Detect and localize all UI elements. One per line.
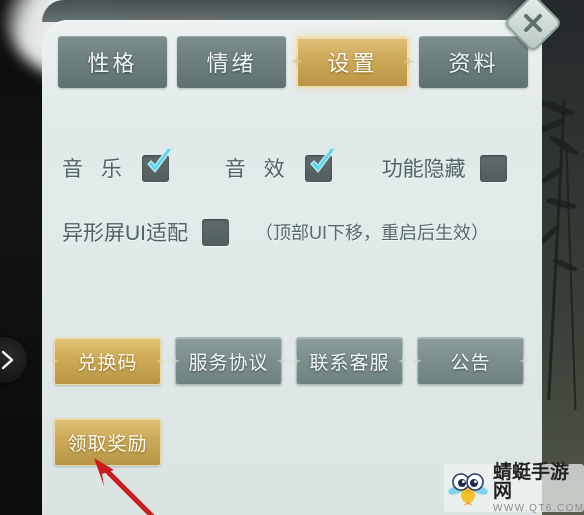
notch-ui-option-row: 异形屏UI适配 （顶部UI下移，重启后生效） — [62, 212, 532, 252]
button-label: 公告 — [450, 352, 491, 374]
option-music-label: 音 乐 — [62, 158, 128, 181]
tab-label: 资料 — [448, 51, 499, 76]
tab-ornament-icon — [403, 56, 414, 67]
bamboo-leaf — [548, 133, 580, 158]
button-ornament-icon — [291, 356, 301, 366]
tab-bar: 性格 情绪 设置 资料 — [58, 36, 528, 88]
contact-support-button[interactable]: 联系客服 — [291, 337, 408, 385]
button-ornament-icon — [519, 356, 529, 366]
bamboo-stalk — [565, 150, 577, 410]
option-notch-ui: 异形屏UI适配 — [62, 217, 229, 247]
tab-label: 性格 — [87, 51, 138, 76]
option-hide-features: 功能隐藏 — [382, 153, 507, 183]
checkbox-checked-icon — [139, 143, 179, 183]
option-notch-ui-note: （顶部UI下移，重启后生效） — [255, 223, 489, 243]
button-label: 服务协议 — [188, 352, 269, 374]
close-icon — [508, 0, 558, 48]
button-label: 联系客服 — [309, 352, 390, 374]
redeem-code-button[interactable]: 兑换码 — [49, 337, 166, 385]
game-screen: 性格 情绪 设置 资料 音 乐 音 效 功能隐藏 异形屏UI适配 （顶部UI下移… — [0, 0, 584, 515]
close-button[interactable] — [503, 0, 563, 53]
button-ornament-icon — [170, 356, 180, 366]
tab-personality[interactable]: 性格 — [58, 36, 167, 88]
watermark-text: 蜻蜓手游网 WWW.QT6.COM — [493, 463, 584, 514]
watermark-site-name: 蜻蜓手游网 — [493, 461, 570, 502]
button-ornament-icon — [156, 356, 166, 366]
bamboo-leaf — [545, 195, 577, 212]
claim-reward-button[interactable]: 领取奖励 — [54, 418, 161, 466]
sfx-checkbox[interactable] — [304, 146, 336, 182]
tab-settings[interactable]: 设置 — [291, 36, 414, 88]
terms-of-service-button[interactable]: 服务协议 — [170, 337, 287, 385]
notch-ui-checkbox[interactable] — [202, 218, 229, 246]
tab-ornament-icon — [291, 56, 302, 67]
music-checkbox[interactable] — [141, 146, 173, 182]
option-sound-effects: 音 效 — [224, 146, 336, 183]
checkbox-checked-icon — [302, 143, 342, 183]
option-hide-features-label: 功能隐藏 — [381, 158, 466, 181]
button-label: 领取奖励 — [67, 433, 148, 455]
announcement-button[interactable]: 公告 — [412, 337, 529, 385]
option-sfx-label: 音 效 — [224, 158, 291, 181]
tab-mood[interactable]: 情绪 — [177, 36, 286, 88]
action-button-row: 兑换码 服务协议 联系客服 公告 — [49, 337, 534, 385]
hide-features-checkbox[interactable] — [479, 154, 507, 182]
bamboo-leaf — [539, 97, 575, 119]
panel-header-band — [42, 0, 542, 22]
tab-label: 设置 — [327, 51, 378, 76]
chevron-right-icon — [1, 350, 14, 370]
watermark-site-url: WWW.QT6.COM — [493, 502, 584, 514]
option-music: 音 乐 — [62, 146, 173, 183]
option-notch-ui-label: 异形屏UI适配 — [62, 222, 188, 245]
button-ornament-icon — [277, 356, 287, 366]
audio-options-row: 音 乐 音 效 功能隐藏 — [62, 146, 522, 188]
tab-label: 情绪 — [206, 51, 257, 76]
button-label: 兑换码 — [77, 352, 138, 374]
site-watermark: 蜻蜓手游网 WWW.QT6.COM — [444, 463, 584, 514]
button-ornament-icon — [412, 356, 422, 366]
button-ornament-icon — [398, 356, 408, 366]
background-left-shadow — [0, 0, 42, 515]
dragonfly-mascot-icon — [448, 468, 488, 508]
